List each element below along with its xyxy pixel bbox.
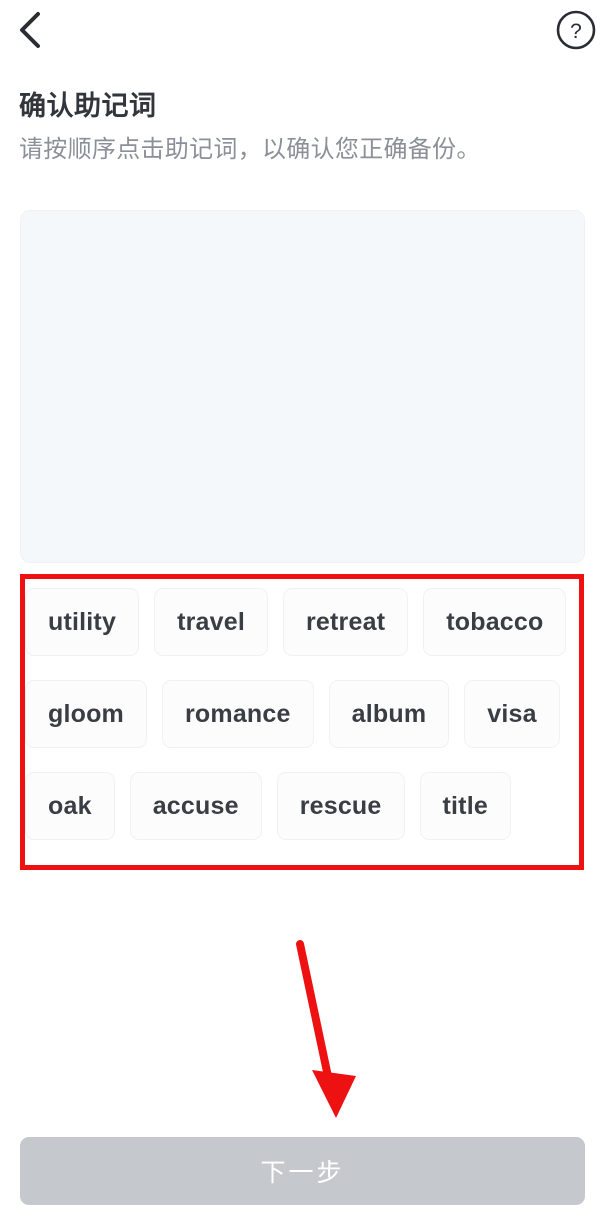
word-chip[interactable]: visa <box>464 680 560 748</box>
word-chip[interactable]: title <box>419 772 511 840</box>
word-bank-row: gloom romance album visa <box>25 680 585 748</box>
word-bank: utility travel retreat tobacco gloom rom… <box>20 574 584 870</box>
word-chip[interactable]: tobacco <box>423 588 567 656</box>
word-bank-rows: utility travel retreat tobacco gloom rom… <box>25 588 585 840</box>
word-bank-row: oak accuse rescue title <box>25 772 585 840</box>
word-chip[interactable]: accuse <box>129 772 262 840</box>
word-chip[interactable]: travel <box>154 588 268 656</box>
word-chip[interactable]: romance <box>162 680 314 748</box>
word-chip[interactable]: rescue <box>276 772 405 840</box>
selected-words-dropzone[interactable] <box>20 210 585 563</box>
chevron-left-icon <box>20 12 40 48</box>
back-button[interactable] <box>4 4 56 56</box>
word-chip[interactable]: utility <box>25 588 140 656</box>
question-circle-icon: ? <box>556 10 596 50</box>
page-subtitle: 请按顺序点击助记词，以确认您正确备份。 <box>19 136 481 163</box>
word-chip[interactable]: oak <box>25 772 115 840</box>
word-chip[interactable]: album <box>328 680 450 748</box>
word-bank-row: utility travel retreat tobacco <box>25 588 585 656</box>
page-title: 确认助记词 <box>19 91 157 121</box>
svg-text:?: ? <box>570 20 582 43</box>
next-button[interactable]: 下一步 <box>20 1137 585 1205</box>
help-button[interactable]: ? <box>550 4 602 56</box>
top-bar: ? <box>0 0 610 62</box>
word-chip[interactable]: gloom <box>25 680 147 748</box>
word-chip[interactable]: retreat <box>283 588 409 656</box>
